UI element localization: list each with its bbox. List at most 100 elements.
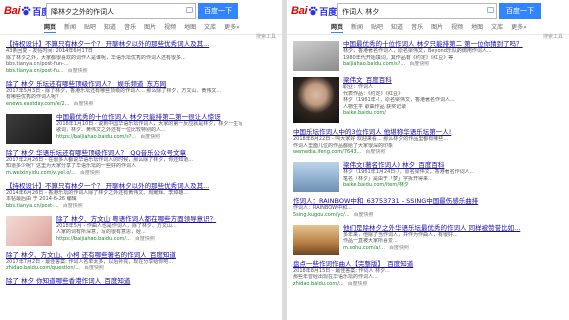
result-url-text[interactable]: https://baijiahao.baidu.com/... [56,236,131,242]
tab-map[interactable]: 地图 [471,23,483,33]
result-url: m.weixinyidu.com/v.yel.o/... 百度快照 [6,170,242,177]
result-url-text[interactable]: bbs.tianya.cn/post-fu... [6,68,64,74]
snapshot-link[interactable]: 百度快照 [63,203,83,209]
result-url: zhidao.baidu.com/... 百度快照 [293,281,529,288]
result-url-text[interactable]: zhidao.baidu.com/... [293,281,344,287]
result-item: 中国乐坛作词人中的3位作词人 他堪称华语乐坛第一人! 2018年8月22日 - … [293,128,529,156]
result-body: 中国最优秀的十位作词人 林夕只能排第二第一很让人惊讶 2018年1月10日 - … [56,113,242,144]
tab-news[interactable]: 新闻 [351,23,363,33]
tab-tieba[interactable]: 贴吧 [84,23,96,33]
result-title[interactable]: 中国最优秀的十位作词人 林夕只能排第二第一很让人惊讶 [56,113,242,121]
result-body: 梁伟文_百度百科 职业：作词人 代表作品：《约定》《红豆》 林夕（1961年-）… [343,76,529,123]
logo-bai-text: Bai [4,5,21,17]
tab-divider [287,34,569,35]
result-title[interactable]: 除了 林夕、方文山、小柯 还有哪些著名的作词人_百度知道 [6,251,242,259]
tab-music[interactable]: 音乐 [124,23,136,33]
baidu-logo[interactable]: Bai 百度 [4,3,50,19]
search-button[interactable]: 百度一下 [499,3,541,19]
result-item: 除了 林夕、方文山 粤语作词人都在哪些方面领导意识？ 2018年5月 - 作曲人… [6,215,242,246]
result-item: 除了 林夕、方文山、小柯 还有哪些著名的作词人_百度知道 2017年7月2日 -… [6,251,242,273]
result-thumbnail[interactable] [6,215,52,246]
result-item: 中国最优秀的十位作词人 林夕只能排第二 第一位你猜到了吗？ 林夕，香港著名作词人… [293,40,529,71]
right-top-bar: Bai 百度 作词人 林夕 百度一下 [287,2,569,20]
result-thumbnail[interactable] [293,41,339,71]
result-url-text[interactable]: https://baijiahao.baidu.com/s?... [56,134,136,140]
tab-zhidao[interactable]: 知道 [391,23,403,33]
search-input[interactable]: 降林夕之外的作词人 [46,3,196,19]
search-tools-link[interactable]: 搜索工具 [543,33,563,41]
tab-video[interactable]: 视频 [164,23,176,33]
result-title[interactable]: 他们是除林夕之外华语乐坛最优秀的作词人 同样被赞誉比如... [343,224,529,232]
tab-images[interactable]: 图片 [144,23,156,33]
result-title[interactable]: 梁伟文_百度百科 [343,76,529,84]
result-url-text[interactable]: 5sing.kugou.com/yc/... [293,212,350,218]
result-title[interactable]: 除了 林夕、方文山 粤语作词人都在哪些方面领导意识？ [56,215,242,223]
result-title[interactable]: 盘点一些作词作曲人【完整版】_百度知道 [293,260,529,268]
result-url-text[interactable]: baijiahao.baidu.com/s?... [343,61,405,67]
snapshot-link[interactable]: 百度快照 [409,61,429,67]
snapshot-link[interactable]: 百度快照 [365,149,385,155]
result-url-text[interactable]: wemedia.ifeng.com/7643... [293,149,361,155]
result-thumbnail[interactable] [293,77,339,123]
result-item: 他们是除林夕之外华语乐坛最优秀的作词人 同样被赞誉比如... 多年来，他除了当作… [293,224,529,255]
result-title[interactable]: 作词人：RAINBOW中和_63753731 - SSING中国最伤感乐曲排 [293,197,529,205]
tab-video[interactable]: 视频 [451,23,463,33]
tab-map[interactable]: 地图 [184,23,196,33]
result-body: 中国最优秀的十位作词人 林夕只能排第二 第一位你猜到了吗？ 林夕，香港著名作词人… [343,40,529,71]
tab-web[interactable]: 网页 [44,23,57,33]
result-url-text[interactable]: m.weixinyidu.com/v.yel.o/... [6,170,76,176]
result-title[interactable]: 中国最优秀的十位作词人 林夕只能排第二 第一位你猜到了吗？ [343,40,529,48]
search-tools-link[interactable]: 搜索工具 [256,33,276,41]
result-title[interactable]: 中国乐坛作词人中的3位作词人 他堪称华语乐坛第一人! [293,128,529,136]
result-url-text[interactable]: baike.baidu.com/item/林夕 [343,182,409,188]
snapshot-link[interactable]: 百度快照 [140,134,160,140]
result-url: baijiahao.baidu.com/s?... 百度快照 [343,61,529,68]
snapshot-link[interactable]: 百度快照 [84,265,104,271]
camera-icon[interactable] [186,7,193,13]
result-title[interactable]: 除了 林夕 你知道哪些香港作词人_百度知道 [6,277,242,285]
result-url-text[interactable]: baike.baidu.com/ [343,110,386,116]
camera-icon[interactable] [487,7,494,13]
result-title[interactable]: 【持权设计】不算只有林夕一个？ 开聊林夕以外的那些优秀词人及其... [6,182,242,190]
snapshot-link[interactable]: 百度快照 [348,281,368,287]
result-url-text[interactable]: bbs.tianya.cn/post-... [6,203,59,209]
result-url-text[interactable]: m.sohu.com/a/... [343,245,385,251]
result-url-text[interactable]: zhidao.baidu.com/question/... [6,265,80,271]
result-thumbnail[interactable] [293,162,339,192]
search-input[interactable]: 作词人 林夕 [337,3,497,19]
search-button[interactable]: 百度一下 [198,3,238,19]
tab-news[interactable]: 新闻 [64,23,76,33]
tab-zhidao[interactable]: 知道 [104,23,116,33]
tab-more[interactable]: 更多» [511,23,527,33]
tab-more[interactable]: 更多» [224,23,240,33]
snapshot-link[interactable]: 百度快照 [73,101,93,107]
snapshot-link[interactable]: 百度快照 [354,212,374,218]
result-title[interactable]: 梁伟文(著名作词人) 林夕_百度百科 [343,161,529,169]
snapshot-link[interactable]: 百度快照 [80,170,100,176]
result-url: https://baijiahao.baidu.com/s?... 百度快照 [56,134,242,141]
snapshot-link[interactable]: 百度快照 [389,245,409,251]
result-url-text[interactable]: enews.eastday.com/e/2... [6,101,69,107]
result-thumbnail[interactable] [6,113,52,144]
snapshot-link[interactable]: 百度快照 [68,68,88,74]
result-item: 梁伟文(著名作词人) 林夕_百度百科 林夕（1961年1月24日-），原名梁伟文… [293,161,529,192]
tab-images[interactable]: 图片 [431,23,443,33]
result-title[interactable]: 除了 林夕 乐坛还有哪些顶级作词人？_娱乐频道_东方网 [6,80,242,88]
baidu-logo[interactable]: Bai 百度 [291,3,337,19]
tab-divider [0,34,282,35]
tab-wenku[interactable]: 文库 [491,23,503,33]
result-thumbnail[interactable] [293,224,339,255]
result-url: https://baijiahao.baidu.com/... 百度快照 [56,236,242,243]
logo-du-text: 百度 [319,6,338,17]
tab-web[interactable]: 网页 [331,23,344,33]
result-title[interactable]: 【持权设计】不算只有林夕一个？ 开聊林夕以外的那些优秀词人及其... [6,40,242,48]
result-url: bbs.tianya.cn/post-... 百度快照 [6,203,242,210]
left-result-list: 【持权设计】不算只有林夕一个？ 开聊林夕以外的那些优秀词人及其... 43条回复… [6,40,242,290]
left-tabs: 网页 新闻 贴吧 知道 音乐 图片 视频 地图 文库 更多» [44,23,248,33]
result-title[interactable]: 除了 林夕 华语乐坛还有哪些顶级作词人？_QQ音乐公众号文章 [6,149,242,157]
snapshot-link[interactable]: 百度快照 [135,236,155,242]
tab-wenku[interactable]: 文库 [204,23,216,33]
tab-tieba[interactable]: 贴吧 [371,23,383,33]
result-item: 中国最优秀的十位作词人 林夕只能排第二第一很让人惊讶 2018年1月10日 - … [6,113,242,144]
tab-music[interactable]: 音乐 [411,23,423,33]
